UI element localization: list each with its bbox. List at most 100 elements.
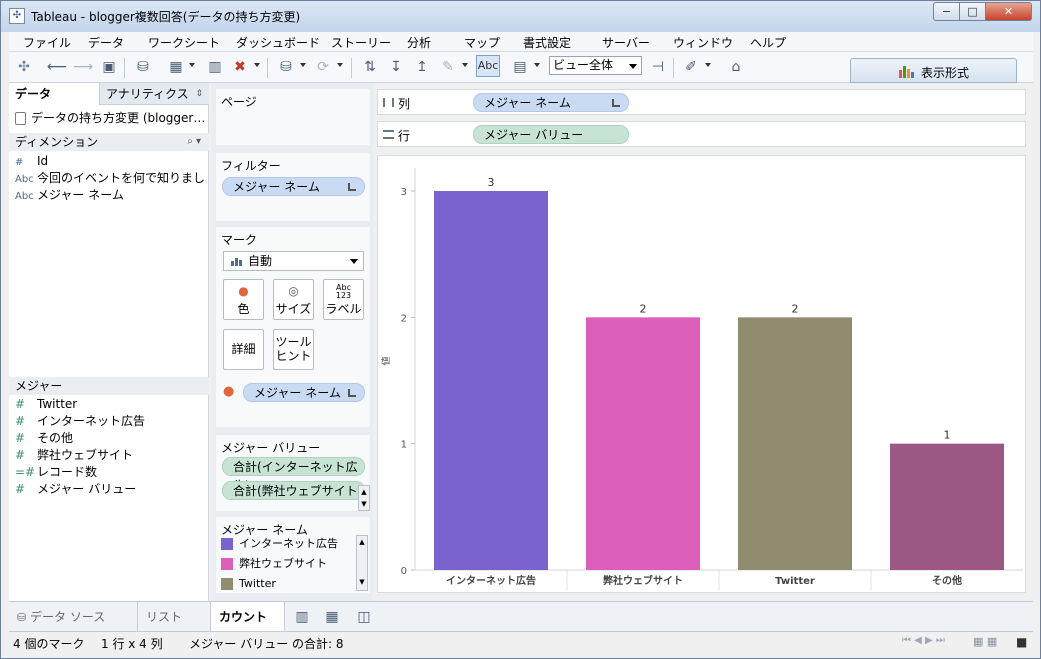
presentation-icon[interactable]: ⌂ — [727, 58, 745, 76]
rows-pill[interactable]: メジャー バリュー — [473, 125, 629, 144]
clear-sheet-icon[interactable]: ✖ — [231, 58, 249, 76]
menu-file[interactable]: ファイル — [23, 34, 71, 51]
menu-worksheet[interactable]: ワークシート — [148, 34, 220, 51]
sort-ascending-icon[interactable]: ↧ — [387, 58, 405, 76]
pin-axis-icon[interactable]: ⊣ — [649, 58, 667, 76]
chevron-down-icon[interactable] — [337, 63, 343, 67]
swap-axes-icon[interactable]: ⇅ — [361, 58, 379, 76]
number-type-icon: # — [15, 397, 26, 411]
menu-server[interactable]: サーバー — [602, 34, 650, 51]
legend-item[interactable]: 弊社ウェブサイト — [221, 555, 327, 573]
menu-window[interactable]: ウィンドウ — [673, 34, 733, 51]
dimension-field[interactable]: Abc今回のイベントを何で知りました… — [15, 170, 205, 187]
menu-analysis[interactable]: 分析 — [407, 34, 431, 51]
filters-card[interactable]: フィルター メジャー ネーム — [216, 153, 370, 221]
tab-data[interactable]: データ — [9, 83, 99, 105]
minimize-button[interactable]: − — [933, 2, 960, 21]
pause-updates-icon[interactable]: ⛁ — [277, 58, 295, 76]
field-name: レコード数 — [37, 465, 98, 479]
measure-field[interactable]: # Twitter — [15, 396, 205, 413]
measure-field[interactable]: # メジャー バリュー — [15, 481, 205, 498]
tab-datasource-label: データ ソース — [30, 610, 106, 624]
dimension-field[interactable]: # Id — [15, 153, 205, 170]
tableau-logo-icon[interactable]: ✣ — [15, 58, 33, 76]
menu-story[interactable]: ストーリー — [331, 34, 391, 51]
columns-shelf[interactable]: 列 メジャー ネーム — [377, 89, 1026, 115]
legend-scrollbar[interactable]: ▲ ▼ — [356, 535, 368, 591]
redo-icon[interactable]: ⟶ — [73, 58, 93, 76]
chevron-down-icon[interactable] — [534, 63, 540, 67]
tab-list[interactable]: リスト — [138, 602, 211, 632]
app-window: ✣ Tableau - blogger複数回答(データの持ち方変更) − □ ✕… — [0, 0, 1041, 659]
new-story-icon[interactable]: ◫ — [355, 608, 373, 626]
pages-card[interactable]: ページ — [216, 89, 370, 145]
color-pill[interactable]: メジャー ネーム — [243, 383, 365, 402]
new-dashboard-icon[interactable]: ▦ — [323, 608, 341, 626]
measure-value-pill[interactable]: 合計(インターネット広告) — [222, 457, 365, 493]
menu-data[interactable]: データ — [88, 34, 124, 51]
tooltip-button[interactable]: ツール ヒント — [273, 329, 314, 370]
size-button[interactable]: ◎ サイズ — [273, 279, 314, 320]
view-fit-select[interactable]: ビュー全体 — [549, 56, 642, 75]
bar — [586, 317, 700, 570]
measure-field[interactable]: =# レコード数 — [15, 464, 205, 481]
chevron-down-icon[interactable] — [300, 63, 306, 67]
sort-descending-icon[interactable]: ↥ — [413, 58, 431, 76]
show-me-button[interactable]: 表示形式 — [850, 58, 1017, 83]
tab-count[interactable]: カウント — [211, 602, 285, 632]
measure-field[interactable]: # インターネット広告 — [15, 413, 205, 430]
detail-button[interactable]: 詳細 — [223, 329, 264, 370]
search-icon[interactable]: ⌕ ▾ — [187, 133, 201, 151]
duplicate-sheet-icon[interactable]: ▥ — [206, 58, 224, 76]
color-icon: ● — [238, 284, 249, 298]
grid-size: 1 行 x 4 列 — [101, 637, 163, 651]
menu-map[interactable]: マップ — [464, 34, 500, 51]
legend-item[interactable]: Twitter — [221, 575, 276, 593]
undo-icon[interactable]: ⟵ — [47, 58, 67, 76]
menu-dashboard[interactable]: ダッシュボード — [236, 34, 320, 51]
new-worksheet-icon[interactable]: ▥ — [293, 608, 311, 626]
menu-format[interactable]: 書式設定 — [523, 34, 571, 51]
measure-value-pill[interactable]: 合計(弊社ウェブサイト) — [222, 481, 365, 500]
label-button[interactable]: Abc 123 ラベル — [323, 279, 364, 320]
chevron-down-icon[interactable] — [254, 63, 260, 67]
filter-pill[interactable]: メジャー ネーム — [222, 177, 365, 196]
columns-pill[interactable]: メジャー ネーム — [473, 93, 629, 112]
refresh-icon[interactable]: ⟳ — [314, 58, 332, 76]
measure-field[interactable]: # その他 — [15, 430, 205, 447]
mark-type-select[interactable]: 自動 — [223, 251, 364, 271]
maximize-button[interactable]: □ — [959, 2, 986, 21]
sheet-nav-icon[interactable]: ⏮ ◀ ▶ ⏭ — [902, 635, 945, 646]
tab-analytics[interactable]: アナリティクス ⇕ — [99, 83, 209, 105]
tab-datasource[interactable]: ⛁ データ ソース — [9, 602, 138, 632]
sort-arrows-icon[interactable]: ⇕ — [195, 83, 203, 105]
pen-icon[interactable]: ✐ — [682, 58, 700, 76]
sheet-sorter-icon[interactable]: ■ — [1016, 635, 1027, 649]
chevron-down-icon[interactable] — [189, 63, 195, 67]
show-labels-button[interactable]: Abc — [476, 55, 500, 77]
dimension-field[interactable]: Abc メジャー ネーム — [15, 187, 205, 204]
menu-help[interactable]: ヘルプ — [750, 34, 786, 51]
legend-label: 弊社ウェブサイト — [239, 557, 327, 570]
chevron-down-icon[interactable] — [462, 63, 468, 67]
chevron-down-icon[interactable] — [705, 63, 711, 67]
scrollbar[interactable]: ▲ ▼ — [358, 485, 370, 511]
filmstrip-view-icon[interactable]: ▦ ▦ — [973, 635, 997, 648]
new-worksheet-icon[interactable]: ▦ — [167, 58, 185, 76]
rows-shelf[interactable]: 行 メジャー バリュー — [377, 121, 1026, 147]
bar-chart-icon — [231, 258, 242, 266]
color-mark-icon: ● — [223, 384, 235, 399]
new-datasource-icon[interactable]: ⛁ — [134, 58, 152, 76]
color-button[interactable]: ● 色 — [223, 279, 264, 320]
datasource-item[interactable]: データの持ち方変更 (blogger… — [13, 109, 205, 127]
color-pill-label: メジャー ネーム — [254, 386, 341, 400]
fit-chart-icon[interactable]: ▤ — [511, 58, 529, 76]
measure-field[interactable]: # 弊社ウェブサイト — [15, 447, 205, 464]
close-button[interactable]: ✕ — [985, 2, 1032, 21]
legend-item[interactable]: インターネット広告 — [221, 535, 338, 553]
dimensions-header: ディメンション ⌕ ▾ — [9, 133, 209, 151]
viz-area: 値 0 1 2 3 3 インターネット広告 2 弊社ウェブサイト 2 Twitter 1 その他 — [377, 155, 1026, 593]
highlight-icon[interactable]: ✎ — [439, 58, 457, 76]
calculated-type-icon: =# — [15, 465, 36, 479]
save-icon[interactable]: ▣ — [100, 58, 118, 76]
